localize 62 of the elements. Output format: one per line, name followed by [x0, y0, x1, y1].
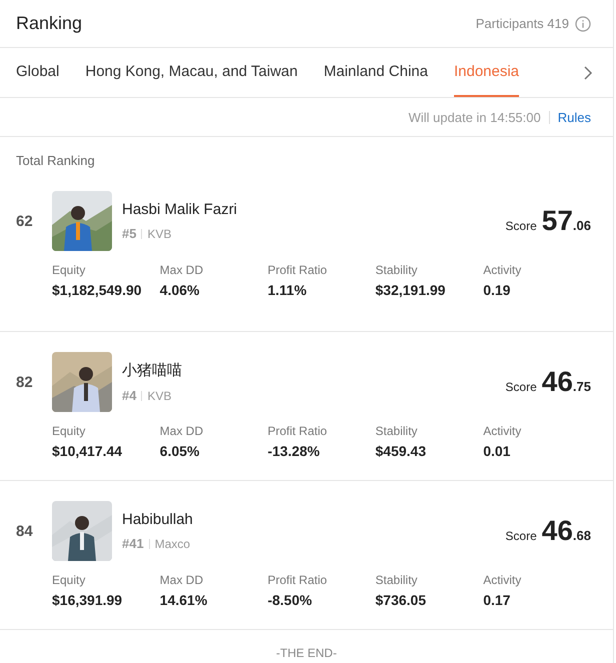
stat-label: Max DD: [160, 424, 204, 438]
score-decimal: .75: [572, 379, 591, 394]
score-value: 46: [542, 515, 573, 547]
stat-label: Max DD: [160, 573, 204, 587]
score-value: 46: [542, 366, 573, 398]
end-marker: -THE END-: [275, 645, 338, 660]
stat-value: 0.17: [483, 592, 512, 608]
rank-position: 62: [16, 212, 34, 230]
chevron-right-icon[interactable]: [583, 64, 593, 80]
rules-link[interactable]: Rules: [558, 110, 591, 124]
region-tab[interactable]: Mainland China: [324, 48, 428, 97]
trader-rank: #5: [122, 226, 136, 241]
page-title: Ranking: [16, 13, 82, 34]
stat-label: Profit Ratio: [268, 263, 328, 277]
score-label: Score: [505, 380, 537, 394]
stat-value: $736.05: [375, 592, 427, 608]
stat-value: $32,191.99: [375, 282, 446, 298]
stat-label: Activity: [483, 573, 522, 587]
stat-label: Activity: [483, 263, 522, 277]
stat-label: Profit Ratio: [268, 424, 328, 438]
score-label: Score: [505, 219, 537, 233]
trader-name: Hasbi Malik Fazri: [122, 201, 238, 218]
stat-label: Profit Ratio: [268, 573, 328, 587]
trader-rank: #41: [122, 536, 144, 551]
section-title: Total Ranking: [15, 152, 96, 170]
stat-label: Stability: [375, 573, 418, 587]
region-tab[interactable]: Hong Kong, Macau, and Taiwan: [85, 48, 298, 97]
trader-rank: #4: [122, 388, 136, 403]
stat-label: Equity: [52, 424, 86, 438]
broker-name: KVB: [147, 226, 172, 240]
stat-label: Equity: [52, 263, 86, 277]
stat-value: $16,391.99: [52, 592, 124, 608]
stat-label: Max DD: [160, 263, 204, 277]
score-decimal: .68: [572, 528, 591, 543]
stat-label: Activity: [483, 424, 522, 438]
score-decimal: .06: [572, 218, 591, 233]
stat-value: -13.28%: [268, 443, 321, 459]
stat-label: Stability: [375, 424, 418, 438]
stat-label: Stability: [375, 263, 418, 277]
stat-label: Equity: [52, 573, 86, 587]
stat-value: -8.50%: [268, 592, 313, 608]
score-label: Score: [505, 529, 537, 543]
info-icon[interactable]: [575, 16, 591, 32]
stat-value: 6.05%: [160, 443, 200, 459]
stat-value: $459.43: [375, 443, 427, 459]
trader-name: Habibullah: [122, 511, 194, 528]
rank-position: 84: [16, 522, 34, 540]
region-tab[interactable]: Global: [16, 48, 60, 97]
stat-value: $1,182,549.90: [52, 282, 143, 298]
stat-value: $10,417.44: [52, 443, 124, 459]
trader-name: 小猪喵喵: [122, 361, 183, 380]
stat-value: 0.19: [483, 282, 512, 298]
participants-count: Participants 419: [476, 16, 569, 31]
stat-value: 14.61%: [160, 592, 208, 608]
broker-name: KVB: [147, 388, 172, 402]
stat-value: 4.06%: [160, 282, 200, 298]
stat-value: 0.01: [483, 443, 512, 459]
stat-value: 1.11%: [268, 282, 308, 298]
broker-name: Maxco: [154, 536, 190, 550]
rank-position: 82: [16, 374, 34, 390]
update-countdown: Will update in 14:55:00: [408, 110, 541, 124]
score-value: 57: [542, 205, 573, 237]
